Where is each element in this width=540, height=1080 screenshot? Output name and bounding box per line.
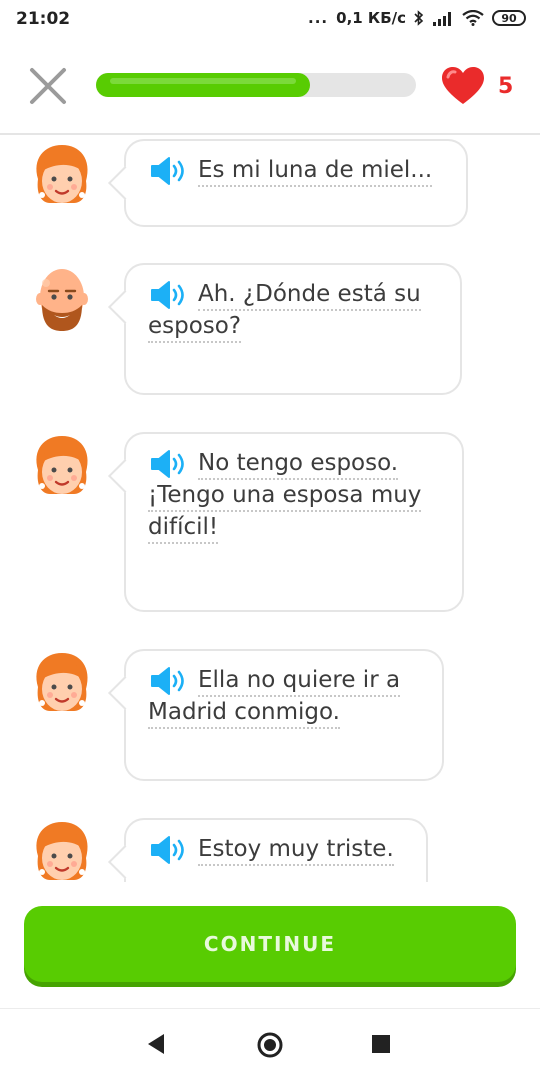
speaker-icon[interactable]	[148, 155, 188, 187]
bubble-line: esposo?	[148, 311, 438, 343]
status-time: 21:02	[16, 9, 71, 29]
wifi-icon	[462, 10, 484, 26]
progress-shine	[110, 78, 297, 84]
speech-bubble: Estoy muy triste.	[124, 818, 428, 882]
bubble-line: difícil!	[148, 512, 440, 544]
status-icons: ... 0,1 КБ/с 90	[308, 9, 526, 27]
heart-icon	[442, 67, 484, 104]
message-text[interactable]: ¡Tengo una esposa muy	[148, 480, 422, 512]
message-text[interactable]: Madrid conmigo.	[148, 697, 340, 729]
bubble-line: Es mi luna de miel...	[148, 155, 444, 187]
woman-avatar-icon	[36, 145, 88, 203]
continue-label: CONTINUE	[203, 932, 337, 956]
close-icon[interactable]	[28, 66, 68, 106]
speech-bubble: No tengo esposo. ¡Tengo una esposa muy d…	[124, 432, 464, 612]
lesson-header: 5	[0, 40, 540, 135]
woman-avatar-icon	[36, 436, 88, 494]
home-icon[interactable]	[256, 1031, 284, 1059]
hearts-count: 5	[498, 73, 514, 99]
message-text[interactable]: Es mi luna de miel...	[198, 155, 433, 187]
speech-bubble: Ella no quiere ir a Madrid conmigo.	[124, 649, 444, 781]
notification-dots: ...	[308, 9, 329, 27]
system-nav-bar	[0, 1008, 540, 1080]
speech-bubble: Es mi luna de miel...	[124, 139, 468, 227]
message-text[interactable]: No tengo esposo.	[198, 448, 399, 480]
recents-icon[interactable]	[372, 1035, 390, 1053]
speaker-icon[interactable]	[148, 279, 188, 311]
battery-indicator: 90	[492, 10, 526, 26]
message-text[interactable]: Estoy muy triste.	[198, 834, 394, 866]
bubble-line: Madrid conmigo.	[148, 697, 420, 729]
bubble-line: Ah. ¿Dónde está su	[148, 279, 438, 311]
woman-avatar-icon	[36, 653, 88, 711]
bubble-line: ¡Tengo una esposa muy	[148, 480, 440, 512]
signal-icon	[433, 12, 451, 26]
continue-button[interactable]: CONTINUE	[24, 906, 516, 982]
message-text[interactable]: esposo?	[148, 311, 242, 343]
man-avatar-icon	[36, 269, 88, 331]
message-text[interactable]: difícil!	[148, 512, 219, 544]
bluetooth-icon	[414, 10, 424, 26]
bubble-line: No tengo esposo.	[148, 448, 440, 480]
speaker-icon[interactable]	[148, 665, 188, 697]
speaker-icon[interactable]	[148, 448, 188, 480]
status-bar: 21:02 ... 0,1 КБ/с 90	[0, 0, 540, 40]
woman-avatar-icon	[36, 822, 88, 880]
speaker-icon[interactable]	[148, 834, 188, 866]
dialogue-list: Es mi luna de miel... Ah. ¿Dónde está su…	[0, 137, 540, 882]
speech-bubble: Ah. ¿Dónde está su esposo?	[124, 263, 462, 395]
bubble-line: Ella no quiere ir a	[148, 665, 420, 697]
lesson-progress-fill	[96, 73, 311, 97]
message-text[interactable]: Ah. ¿Dónde está su	[198, 279, 421, 311]
bubble-line: Estoy muy triste.	[148, 834, 404, 866]
network-speed: 0,1 КБ/с	[336, 9, 406, 27]
lesson-progress-bar	[96, 73, 416, 97]
hearts-counter: 5	[440, 66, 513, 106]
back-icon[interactable]	[146, 1033, 166, 1055]
message-text[interactable]: Ella no quiere ir a	[198, 665, 401, 697]
